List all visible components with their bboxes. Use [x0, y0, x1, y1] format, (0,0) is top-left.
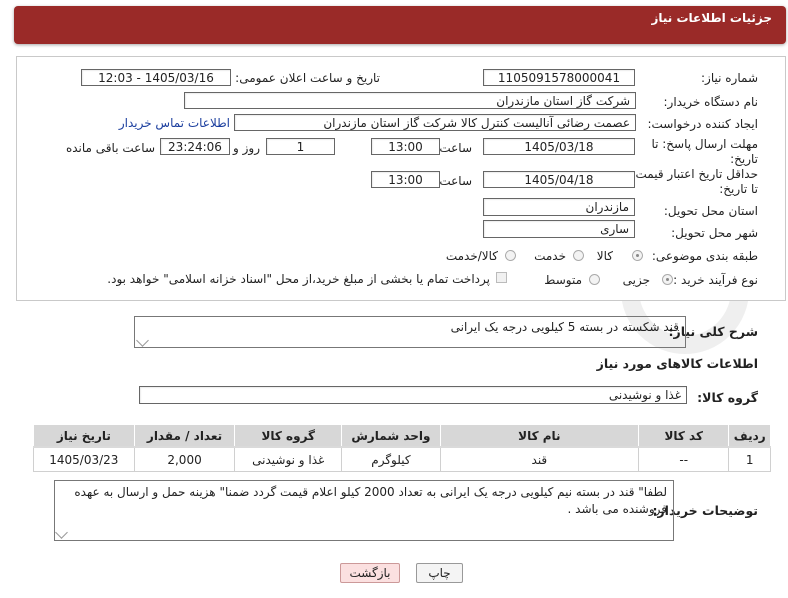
announce-label: تاریخ و ساعت اعلان عمومی:: [235, 71, 380, 85]
back-button[interactable]: بازگشت: [340, 563, 400, 583]
city-field[interactable]: ساری: [483, 220, 635, 238]
page-title: جزئیات اطلاعات نیاز: [651, 11, 772, 25]
col-name: نام کالا: [439, 424, 639, 448]
validity-hour-label: ساعت: [439, 174, 472, 188]
description-textarea[interactable]: قند شکسته در بسته 5 کیلویی درجه یک ایران…: [134, 316, 686, 348]
category-radio-goods[interactable]: [632, 250, 643, 261]
treasury-payment-checkbox[interactable]: [496, 272, 507, 283]
cell-code: --: [637, 446, 730, 472]
buyer-org-label: نام دستگاه خریدار:: [663, 95, 759, 109]
process-label: نوع فرآیند خرید :: [673, 273, 758, 287]
cell-group: غذا و نوشیدنی: [234, 446, 343, 472]
category-radio-service[interactable]: [573, 250, 584, 261]
goods-table-header: ردیف کد کالا نام کالا واحد شمارش گروه کا…: [33, 424, 771, 448]
col-code: کد کالا: [637, 424, 730, 448]
col-quantity: تعداد / مقدار: [133, 424, 236, 448]
contact-info-link[interactable]: اطلاعات تماس خریدار: [119, 116, 230, 130]
col-need-date: تاریخ نیاز: [33, 424, 135, 448]
province-field[interactable]: مازندران: [483, 198, 635, 216]
province-label: استان محل تحویل:: [663, 204, 758, 218]
announce-field[interactable]: 1405/03/16 - 12:03: [81, 69, 231, 86]
treasury-payment-note: پرداخت تمام یا بخشی از مبلغ خرید،از محل …: [107, 272, 490, 286]
remaining-label: ساعت باقی مانده: [65, 141, 155, 155]
cell-need-date: 1405/03/23: [33, 446, 135, 472]
goods-group-field[interactable]: غذا و نوشیدنی: [139, 386, 687, 404]
deadline-label-2: تاریخ:: [730, 152, 758, 166]
goods-table: ردیف کد کالا نام کالا واحد شمارش گروه کا…: [33, 424, 771, 472]
creator-field[interactable]: عصمت رضائی آنالیست کنترل کالا شرکت گاز ا…: [234, 114, 636, 131]
cell-quantity: 2,000: [133, 446, 236, 472]
col-row: ردیف: [728, 424, 771, 448]
goods-group-label: گروه کالا:: [697, 390, 758, 405]
cell-unit: کیلوگرم: [341, 446, 441, 472]
need-number-label: شماره نیاز:: [701, 71, 758, 85]
cell-row: 1: [728, 446, 771, 472]
validity-time-field[interactable]: 13:00: [371, 171, 440, 188]
deadline-hour-label: ساعت: [439, 141, 472, 155]
creator-label: ایجاد کننده درخواست:: [647, 117, 758, 131]
process-option-minor: جزیی: [622, 273, 650, 287]
process-radio-medium[interactable]: [589, 274, 600, 285]
days-field[interactable]: 1: [266, 138, 335, 155]
col-unit: واحد شمارش: [341, 424, 441, 448]
category-option-both: کالا/خدمت: [445, 249, 498, 263]
category-option-service: خدمت: [534, 249, 566, 263]
remaining-time-field[interactable]: 23:24:06: [160, 138, 230, 155]
deadline-date-field[interactable]: 1405/03/18: [483, 138, 635, 155]
city-label: شهر محل تحویل:: [671, 226, 758, 240]
col-group: گروه کالا: [234, 424, 343, 448]
buyer-notes-textarea[interactable]: لطفا" قند در بسته نیم کیلویی درجه یک ایر…: [54, 480, 674, 541]
days-label: روز و: [233, 141, 260, 155]
goods-section-title: اطلاعات کالاهای مورد نیاز: [596, 356, 758, 371]
category-label: طبقه بندی موضوعی:: [651, 249, 758, 263]
print-button[interactable]: چاپ: [416, 563, 463, 583]
deadline-label-1: مهلت ارسال پاسخ: تا: [651, 137, 758, 151]
deadline-time-field[interactable]: 13:00: [371, 138, 440, 155]
validity-label-1: حداقل تاریخ اعتبار قیمت:: [631, 167, 758, 181]
category-radio-both[interactable]: [505, 250, 516, 261]
process-option-medium: متوسط: [544, 273, 582, 287]
need-number-field[interactable]: 1105091578000041: [483, 69, 635, 86]
validity-date-field[interactable]: 1405/04/18: [483, 171, 635, 188]
table-row[interactable]: 1 -- قند کیلوگرم غذا و نوشیدنی 2,000 140…: [33, 446, 771, 472]
buyer-org-field[interactable]: شرکت گاز استان مازندران: [184, 92, 636, 109]
validity-label-2: تا تاریخ:: [719, 182, 758, 196]
cell-name: قند: [439, 446, 639, 472]
process-radio-minor[interactable]: [662, 274, 673, 285]
category-option-goods: کالا: [596, 249, 613, 263]
